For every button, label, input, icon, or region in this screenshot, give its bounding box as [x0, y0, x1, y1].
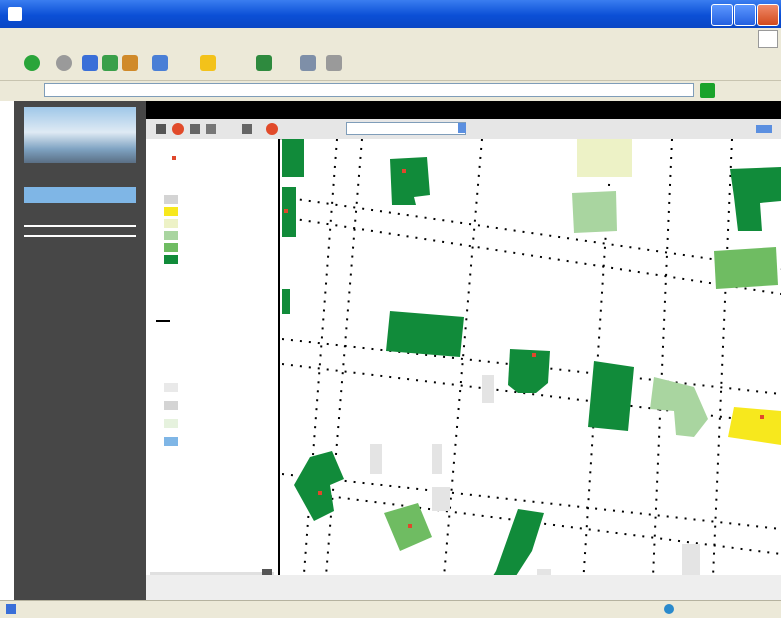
- building: [588, 361, 634, 431]
- sidebar: [14, 101, 146, 600]
- legend-panel: [146, 139, 280, 600]
- legend-swatch: [164, 195, 178, 204]
- legend-swatch: [164, 255, 178, 264]
- back-icon[interactable]: [24, 55, 40, 71]
- history-icon[interactable]: [256, 55, 272, 71]
- print-icon[interactable]: [326, 55, 342, 71]
- scale-select[interactable]: [346, 122, 466, 135]
- address-markers: [284, 169, 764, 528]
- chevron-down-icon[interactable]: [458, 123, 466, 133]
- building: [294, 451, 344, 521]
- menu-bar: [0, 28, 781, 48]
- zoom-in-icon[interactable]: [172, 123, 184, 135]
- forward-icon[interactable]: [56, 55, 72, 71]
- legend-swatch: [164, 219, 178, 228]
- close-icon[interactable]: [757, 4, 779, 26]
- building: [282, 289, 290, 314]
- stop-icon[interactable]: [82, 55, 98, 71]
- legend-swatch: [164, 437, 178, 446]
- legend-swatch: [164, 243, 178, 252]
- browser-icon: [8, 7, 22, 21]
- divider: [24, 225, 136, 227]
- building: [714, 247, 778, 289]
- identify-icon[interactable]: [206, 124, 216, 134]
- clear-icon[interactable]: [266, 123, 278, 135]
- legend-swatch: [164, 383, 178, 392]
- building: [282, 139, 304, 177]
- go-arrow-icon[interactable]: [700, 83, 715, 98]
- windows-logo-icon: [758, 30, 778, 48]
- building: [386, 311, 464, 357]
- legend-swatch: [164, 419, 178, 428]
- building: [728, 407, 781, 445]
- legend-swatch: [164, 231, 178, 240]
- address-input[interactable]: [44, 83, 694, 97]
- sidebar-item-selected[interactable]: [24, 187, 136, 203]
- page-icon: [6, 604, 16, 614]
- help-icon[interactable]: [756, 125, 772, 133]
- legend-swatch: [164, 401, 178, 410]
- marker-swatch: [172, 156, 176, 160]
- app-header-bar: [146, 101, 781, 119]
- maximize-icon[interactable]: [734, 4, 756, 26]
- zoom-out-icon[interactable]: [190, 124, 200, 134]
- divider: [24, 235, 136, 237]
- building: [572, 191, 617, 233]
- map-view[interactable]: [282, 139, 781, 600]
- header-image: [24, 107, 136, 163]
- map-footer: [146, 575, 781, 600]
- pan-icon[interactable]: [156, 124, 166, 134]
- refresh-icon[interactable]: [102, 55, 118, 71]
- favorites-icon[interactable]: [200, 55, 216, 71]
- mail-icon[interactable]: [300, 55, 316, 71]
- building: [730, 167, 781, 231]
- internet-zone-icon: [664, 604, 674, 614]
- line-swatch: [156, 320, 170, 322]
- map-canvas[interactable]: [282, 139, 781, 600]
- building: [577, 139, 632, 177]
- map-toolbar: [146, 119, 781, 140]
- legend-swatch: [164, 207, 178, 216]
- home-icon[interactable]: [122, 55, 138, 71]
- buildings: [282, 139, 781, 600]
- minimize-icon[interactable]: [711, 4, 733, 26]
- building: [390, 157, 430, 205]
- measure-icon[interactable]: [242, 124, 252, 134]
- status-bar: [0, 600, 781, 618]
- search-icon[interactable]: [152, 55, 168, 71]
- title-bar: [0, 0, 781, 28]
- building: [508, 349, 550, 393]
